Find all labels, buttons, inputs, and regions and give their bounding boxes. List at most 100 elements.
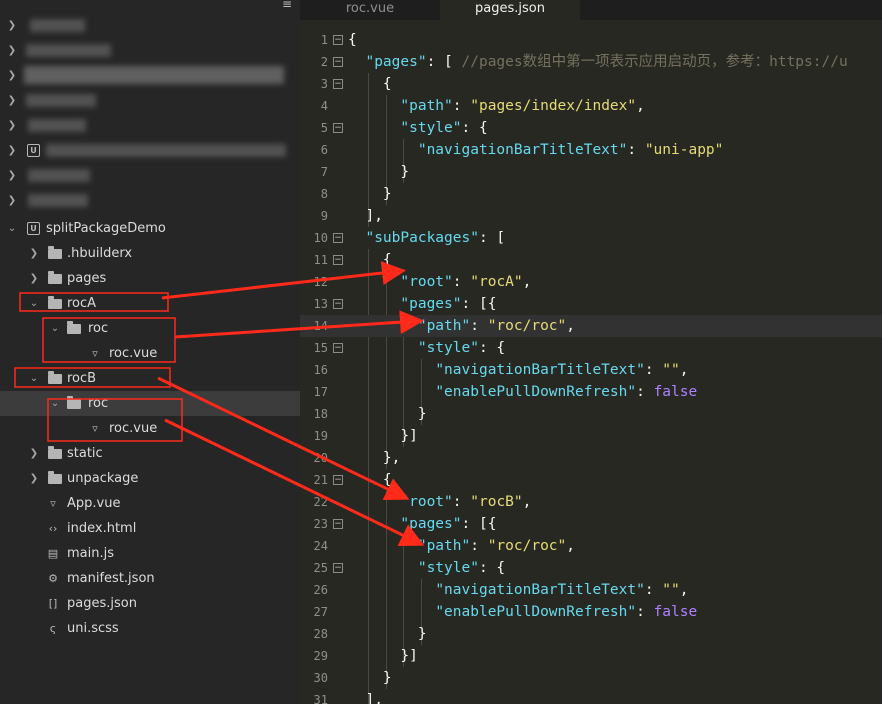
chevron-right-icon[interactable]: ❯ [6, 88, 18, 113]
code-line[interactable]: 28 } [300, 623, 882, 645]
code-editor[interactable]: 1−{2− "pages": [ //pages数组中第一项表示应用启动页，参考… [300, 20, 882, 704]
fold-icon[interactable]: − [333, 255, 343, 265]
code-line[interactable]: 15− "style": { [300, 337, 882, 359]
redacted-project-row[interactable]: ❯ [0, 113, 300, 138]
code-line[interactable]: 4 "path": "pages/index/index", [300, 95, 882, 117]
line-number: 11 [313, 253, 328, 267]
tree-item-index-html[interactable]: ‹› index.html [0, 516, 300, 541]
code-line[interactable]: 7 } [300, 161, 882, 183]
redacted-project-row[interactable]: ❯ [0, 13, 300, 38]
project-root-row[interactable]: ⌄ U splitPackageDemo [0, 216, 300, 241]
code-line[interactable]: 21− { [300, 469, 882, 491]
code-line[interactable]: 6 "navigationBarTitleText": "uni-app" [300, 139, 882, 161]
code-line[interactable]: 16 "navigationBarTitleText": "", [300, 359, 882, 381]
code-line[interactable]: 30 } [300, 667, 882, 689]
chevron-right-icon[interactable]: ❯ [6, 38, 18, 63]
tree-item-rocB-roc-vue[interactable]: ▿ roc.vue [0, 416, 300, 441]
code-line[interactable]: 14 "path": "roc/roc", [300, 315, 882, 337]
fold-icon[interactable]: − [333, 519, 343, 529]
chevron-down-icon[interactable]: ⌄ [28, 366, 40, 391]
redacted-project-row[interactable]: ❯ [0, 63, 300, 88]
fold-icon[interactable]: − [333, 233, 343, 243]
tree-item-pages-folder[interactable]: ❯ pages [0, 266, 300, 291]
project-icon: U [27, 144, 40, 157]
code-line[interactable]: 29 }] [300, 645, 882, 667]
code-line[interactable]: 5− "style": { [300, 117, 882, 139]
redacted-project-row[interactable]: ❯ [0, 163, 300, 188]
tree-item-pages-json[interactable]: [] pages.json [0, 591, 300, 616]
code-line[interactable]: 22 "root": "rocB", [300, 491, 882, 513]
chevron-right-icon[interactable]: ❯ [28, 266, 40, 291]
code-line[interactable]: 23− "pages": [{ [300, 513, 882, 535]
code-line[interactable]: 2− "pages": [ //pages数组中第一项表示应用启动页，参考：ht… [300, 51, 882, 73]
redacted-project-row[interactable]: ❯ [0, 88, 300, 113]
code-line[interactable]: 24 "path": "roc/roc", [300, 535, 882, 557]
code-line[interactable]: 26 "navigationBarTitleText": "", [300, 579, 882, 601]
code-line[interactable]: 19 }] [300, 425, 882, 447]
fold-icon[interactable]: − [333, 299, 343, 309]
chevron-right-icon[interactable]: ❯ [6, 163, 18, 188]
code-line[interactable]: 13− "pages": [{ [300, 293, 882, 315]
tree-item-uni-scss[interactable]: ς uni.scss [0, 616, 300, 641]
chevron-right-icon[interactable]: ❯ [6, 113, 18, 138]
code-line[interactable]: 20 }, [300, 447, 882, 469]
code-line[interactable]: 12 "root": "rocA", [300, 271, 882, 293]
chevron-right-icon[interactable]: ❯ [6, 138, 18, 163]
line-number: 21 [313, 473, 328, 487]
code-line[interactable]: 11− { [300, 249, 882, 271]
tree-item-app-vue[interactable]: ▿ App.vue [0, 491, 300, 516]
code-line[interactable]: 10− "subPackages": [ [300, 227, 882, 249]
chevron-right-icon[interactable]: ❯ [28, 441, 40, 466]
code-line[interactable]: 18 } [300, 403, 882, 425]
code-line[interactable]: 31 ], [300, 689, 882, 704]
redacted-project-row[interactable]: ❯ [0, 188, 300, 213]
tab-roc-vue[interactable]: roc.vue [300, 0, 440, 20]
code-text: "pages": [{ [400, 296, 497, 312]
fold-icon[interactable]: − [333, 123, 343, 133]
code-line[interactable]: 8 } [300, 183, 882, 205]
tree-item-main-js[interactable]: ▤ main.js [0, 541, 300, 566]
tab-pages-json[interactable]: pages.json [440, 0, 580, 20]
redacted-text [30, 19, 85, 32]
tree-item-unpackage[interactable]: ❯ unpackage [0, 466, 300, 491]
chevron-down-icon[interactable]: ⌄ [6, 216, 18, 241]
code-line[interactable]: 9 ], [300, 205, 882, 227]
folder-icon [48, 446, 62, 459]
tree-item-label: index.html [67, 521, 137, 536]
tree-item-manifest-json[interactable]: ⚙ manifest.json [0, 566, 300, 591]
chevron-right-icon[interactable]: ❯ [28, 466, 40, 491]
fold-icon[interactable]: − [333, 563, 343, 573]
code-text: ], [348, 208, 383, 224]
tree-item-rocA-roc-vue[interactable]: ▿ roc.vue [0, 341, 300, 366]
code-line[interactable]: 25− "style": { [300, 557, 882, 579]
chevron-down-icon[interactable]: ⌄ [28, 291, 40, 316]
fold-icon[interactable]: − [333, 57, 343, 67]
tree-item-label: .hbuilderx [67, 246, 133, 261]
chevron-right-icon[interactable]: ❯ [6, 63, 18, 88]
chevron-down-icon[interactable]: ⌄ [49, 391, 61, 416]
code-line[interactable]: 17 "enablePullDownRefresh": false [300, 381, 882, 403]
fold-icon[interactable]: − [333, 475, 343, 485]
tree-item-rocB-roc[interactable]: ⌄ roc [0, 391, 300, 416]
line-number: 10 [313, 231, 328, 245]
tree-item-rocA-roc[interactable]: ⌄ roc [0, 316, 300, 341]
code-line[interactable]: 1−{ [300, 29, 882, 51]
chevron-right-icon[interactable]: ❯ [28, 241, 40, 266]
chevron-right-icon[interactable]: ❯ [6, 188, 18, 213]
chevron-right-icon[interactable]: ❯ [6, 13, 18, 38]
code-line[interactable]: 3− { [300, 73, 882, 95]
line-number: 22 [313, 495, 328, 509]
fold-icon[interactable]: − [333, 343, 343, 353]
redacted-project-row[interactable]: ❯ [0, 38, 300, 63]
tree-item-rocB[interactable]: ⌄ rocB [0, 366, 300, 391]
tree-item-hbuilderx[interactable]: ❯ .hbuilderx [0, 241, 300, 266]
code-line[interactable]: 27 "enablePullDownRefresh": false [300, 601, 882, 623]
redacted-project-row[interactable]: ❯ U [0, 138, 300, 163]
chevron-down-icon[interactable]: ⌄ [49, 316, 61, 341]
fold-icon[interactable]: − [333, 35, 343, 45]
menu-icon[interactable]: ≡ [280, 0, 294, 10]
folder-icon [48, 296, 62, 309]
tree-item-static[interactable]: ❯ static [0, 441, 300, 466]
tree-item-rocA[interactable]: ⌄ rocA [0, 291, 300, 316]
fold-icon[interactable]: − [333, 79, 343, 89]
